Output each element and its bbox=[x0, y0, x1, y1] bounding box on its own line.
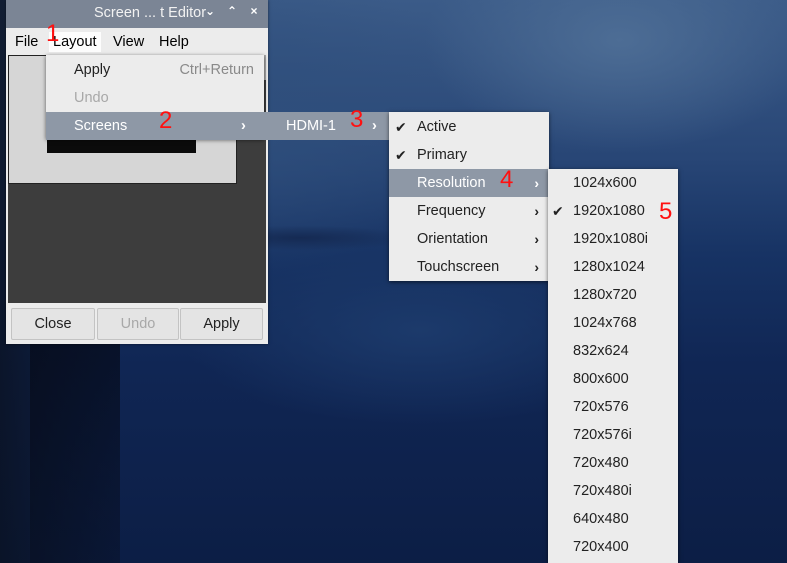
close-window-icon[interactable]: × bbox=[246, 4, 262, 22]
menu-item-orientation[interactable]: Orientation › bbox=[389, 225, 549, 253]
resolution-option[interactable]: 1920x1080i bbox=[548, 225, 678, 253]
chevron-right-icon: › bbox=[534, 203, 539, 219]
hdmi-menu: ✔ Active ✔ Primary Resolution › Frequenc… bbox=[389, 112, 549, 281]
menu-item-frequency-label: Frequency bbox=[417, 203, 486, 219]
menu-item-undo-label: Undo bbox=[74, 90, 109, 106]
resolution-label: 640x480 bbox=[573, 511, 629, 527]
step-annotation-1: 1 bbox=[46, 20, 60, 47]
screen-layout-editor-window: Screen ... t Editor ⌄ ⌃ × File Layout Vi… bbox=[6, 0, 268, 344]
maximize-icon[interactable]: ⌃ bbox=[224, 4, 240, 22]
window-title: Screen ... t Editor bbox=[94, 5, 207, 21]
resolution-option[interactable]: 1280x720 bbox=[548, 281, 678, 309]
resolution-label: 720x576 bbox=[573, 399, 629, 415]
resolution-option[interactable]: 1024x768 bbox=[548, 309, 678, 337]
resolution-label: 1280x1024 bbox=[573, 259, 645, 275]
check-icon: ✔ bbox=[395, 119, 407, 135]
resolution-label: 720x480i bbox=[573, 483, 632, 499]
menu-item-active-label: Active bbox=[417, 119, 457, 135]
resolution-label: 1024x768 bbox=[573, 315, 637, 331]
menu-help[interactable]: Help bbox=[155, 32, 193, 52]
resolution-option[interactable]: 720x400 bbox=[548, 533, 678, 561]
resolution-option[interactable]: 720x480 bbox=[548, 449, 678, 477]
menu-item-touchscreen[interactable]: Touchscreen › bbox=[389, 253, 549, 281]
menu-item-apply-label: Apply bbox=[74, 62, 111, 78]
check-icon: ✔ bbox=[552, 203, 564, 219]
resolution-option[interactable]: 720x480i bbox=[548, 477, 678, 505]
resolution-option[interactable]: 832x624 bbox=[548, 337, 678, 365]
resolution-label: 1024x600 bbox=[573, 175, 637, 191]
resolution-option[interactable]: 720x576i bbox=[548, 421, 678, 449]
resolution-menu: 1024x600 ✔ 1920x1080 1920x1080i 1280x102… bbox=[548, 169, 678, 563]
menu-item-resolution-label: Resolution bbox=[417, 175, 486, 191]
resolution-label: 720x576i bbox=[573, 427, 632, 443]
menu-file[interactable]: File bbox=[11, 32, 42, 52]
resolution-option[interactable]: 1024x600 bbox=[548, 169, 678, 197]
apply-button[interactable]: Apply bbox=[180, 308, 263, 340]
resolution-option[interactable]: 720x576 bbox=[548, 393, 678, 421]
resolution-label: 720x400 bbox=[573, 539, 629, 555]
minimize-icon[interactable]: ⌄ bbox=[202, 4, 218, 22]
step-annotation-5: 5 bbox=[659, 198, 673, 225]
chevron-right-icon: › bbox=[372, 118, 377, 134]
button-row: Close Undo Apply bbox=[6, 303, 268, 344]
menu-item-orientation-label: Orientation bbox=[417, 231, 488, 247]
menu-item-screens[interactable]: Screens › HDMI-1 › bbox=[46, 112, 390, 140]
apply-shortcut: Ctrl+Return bbox=[179, 62, 254, 78]
menu-item-apply[interactable]: Apply Ctrl+Return bbox=[46, 56, 264, 84]
check-icon: ✔ bbox=[395, 147, 407, 163]
resolution-label: 1920x1080 bbox=[573, 203, 645, 219]
background-reflection bbox=[30, 330, 120, 563]
step-annotation-3: 3 bbox=[350, 106, 364, 133]
close-button[interactable]: Close bbox=[11, 308, 95, 340]
menu-item-active[interactable]: ✔ Active bbox=[389, 113, 549, 141]
resolution-option[interactable]: 1280x1024 bbox=[548, 253, 678, 281]
step-annotation-4: 4 bbox=[500, 166, 514, 193]
resolution-label: 720x480 bbox=[573, 455, 629, 471]
submenu-item-hdmi-label[interactable]: HDMI-1 bbox=[286, 112, 336, 140]
menu-item-screens-label: Screens bbox=[74, 118, 128, 134]
resolution-option[interactable]: 800x600 bbox=[548, 365, 678, 393]
resolution-label: 800x600 bbox=[573, 371, 629, 387]
resolution-option[interactable]: 640x480 bbox=[548, 505, 678, 533]
resolution-label: 832x624 bbox=[573, 343, 629, 359]
undo-button[interactable]: Undo bbox=[97, 308, 179, 340]
chevron-right-icon: › bbox=[241, 118, 246, 134]
chevron-right-icon: › bbox=[534, 259, 539, 275]
menu-item-frequency[interactable]: Frequency › bbox=[389, 197, 549, 225]
menu-item-undo[interactable]: Undo bbox=[46, 84, 264, 112]
chevron-right-icon: › bbox=[534, 175, 539, 191]
step-annotation-2: 2 bbox=[159, 107, 173, 134]
resolution-label: 1920x1080i bbox=[573, 231, 648, 247]
resolution-label: 1280x720 bbox=[573, 287, 637, 303]
menu-item-primary[interactable]: ✔ Primary bbox=[389, 141, 549, 169]
menu-item-touchscreen-label: Touchscreen bbox=[417, 259, 500, 275]
menu-view[interactable]: View bbox=[109, 32, 148, 52]
menu-item-resolution[interactable]: Resolution › bbox=[389, 169, 549, 197]
chevron-right-icon: › bbox=[534, 231, 539, 247]
menu-item-primary-label: Primary bbox=[417, 147, 467, 163]
